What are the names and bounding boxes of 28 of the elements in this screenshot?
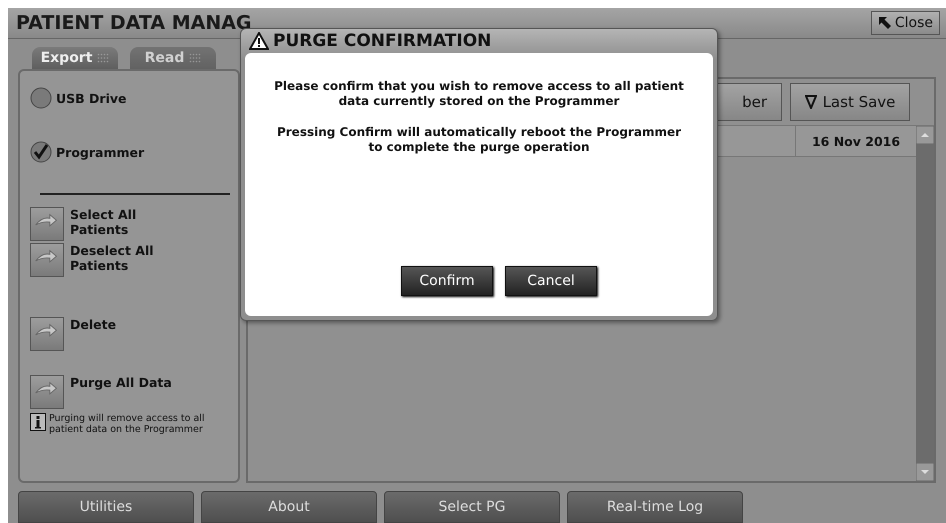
nav-button[interactable]: About <box>201 491 377 523</box>
arrow-icon <box>878 16 892 30</box>
radio-option[interactable]: USB Drive <box>30 85 230 111</box>
nav-button[interactable]: Utilities <box>18 491 194 523</box>
nav-button[interactable]: Real-time Log <box>567 491 743 523</box>
tab[interactable]: Read <box>130 47 216 69</box>
close-button[interactable]: Close <box>870 11 940 35</box>
action-button[interactable]: Select All Patients <box>30 207 230 241</box>
dialog-message: Pressing Confirm will automatically reboot the Programmer to complete the purge operation <box>276 125 682 155</box>
warning-icon <box>249 32 269 50</box>
dialog-button[interactable]: Confirm <box>401 266 493 296</box>
scrollbar[interactable] <box>916 126 934 481</box>
window-title: PATIENT DATA MANAG <box>16 12 252 34</box>
column-header[interactable]: Last Save <box>790 83 910 121</box>
scroll-up-icon[interactable] <box>916 126 934 144</box>
tab[interactable]: Export <box>32 47 118 69</box>
nav-button[interactable]: Select PG <box>384 491 560 523</box>
action-button[interactable]: Delete <box>30 317 230 351</box>
scroll-down-icon[interactable] <box>916 463 934 481</box>
info-note: Purging will remove access to all patient data on the Programmer <box>49 413 206 435</box>
grip-icon <box>97 53 110 63</box>
action-button[interactable]: Purge All Data <box>30 375 230 409</box>
info-icon <box>30 413 46 431</box>
radio-option[interactable]: Programmer <box>30 139 230 165</box>
action-button[interactable]: Deselect All Patients <box>30 243 230 277</box>
dialog-button[interactable]: Cancel <box>505 266 597 296</box>
grip-icon <box>189 53 202 63</box>
dialog-title: PURGE CONFIRMATION <box>273 31 492 51</box>
